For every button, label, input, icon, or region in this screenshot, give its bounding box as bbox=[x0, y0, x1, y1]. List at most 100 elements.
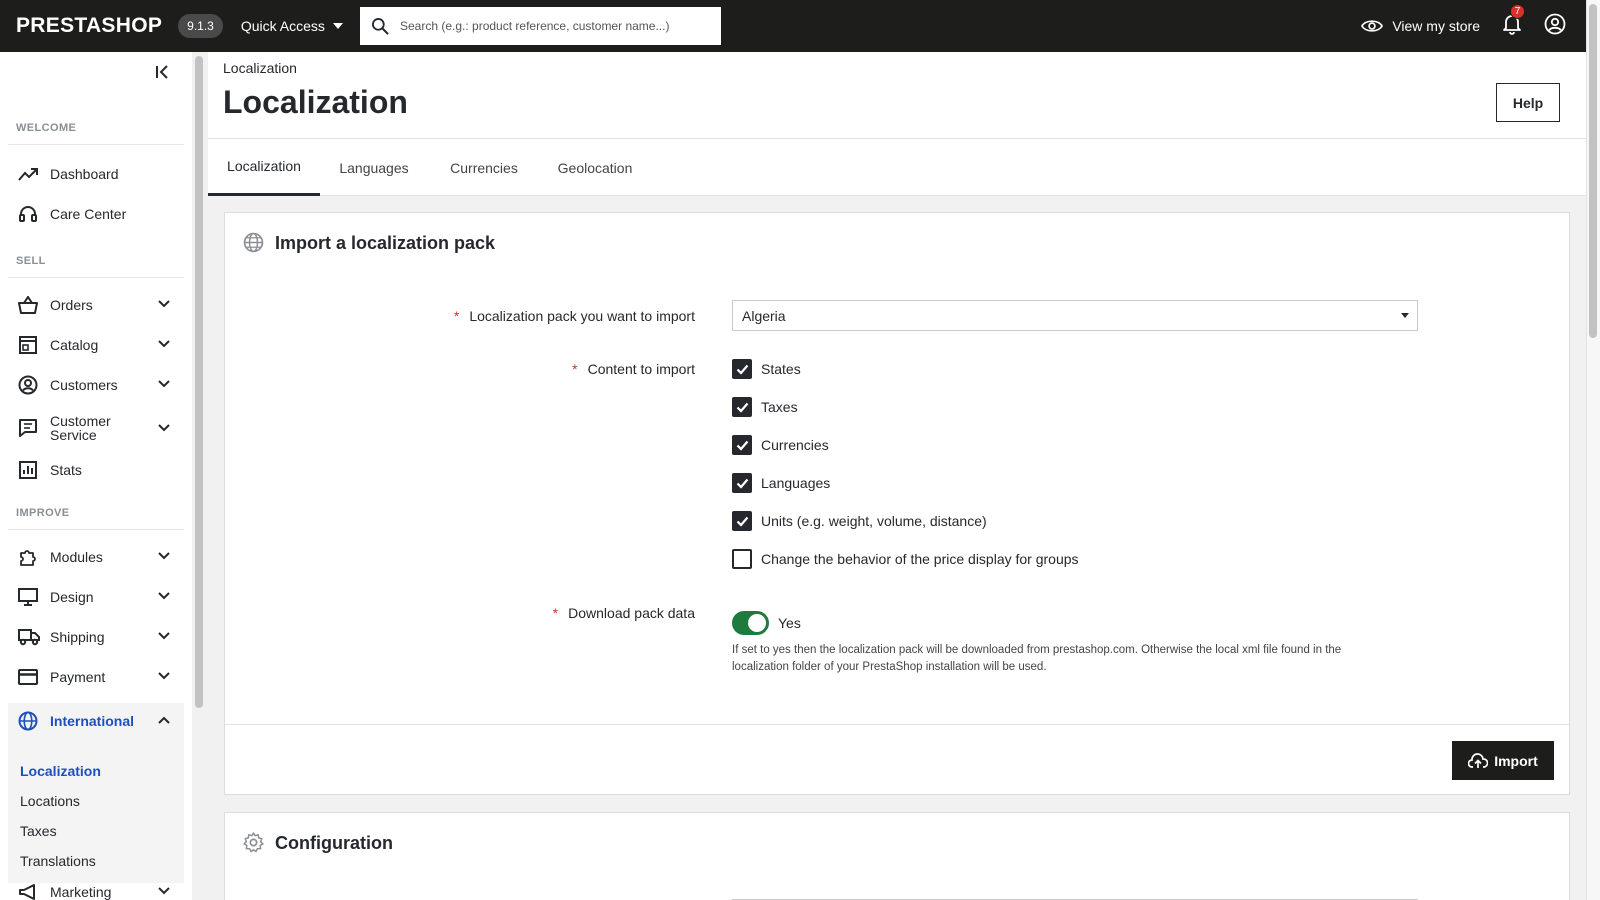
basket-icon bbox=[18, 296, 40, 314]
sidebar-item-label: Orders bbox=[50, 297, 93, 313]
sidebar-item-catalog[interactable]: Catalog bbox=[8, 327, 184, 363]
checkbox-label: Units (e.g. weight, volume, distance) bbox=[761, 513, 987, 529]
sidebar-item-label: Design bbox=[50, 589, 94, 605]
sidebar-item-orders[interactable]: Orders bbox=[8, 287, 184, 323]
sidebar-item-design[interactable]: Design bbox=[8, 579, 184, 615]
download-pack-toggle[interactable] bbox=[732, 611, 769, 635]
content-label-text: Content to import bbox=[587, 361, 695, 377]
breadcrumb[interactable]: Localization bbox=[223, 60, 297, 76]
view-store-link[interactable]: View my store bbox=[1361, 18, 1480, 34]
sidebar-item-label: Care Center bbox=[50, 206, 127, 222]
page-scrollbar-thumb[interactable] bbox=[1589, 4, 1597, 338]
main-content: Localization Localization Help Localizat… bbox=[208, 52, 1586, 900]
checkbox-checked[interactable] bbox=[732, 511, 752, 531]
checkbox-taxes[interactable]: Taxes bbox=[732, 396, 798, 418]
checkbox-label: Languages bbox=[761, 475, 831, 491]
checkbox-checked[interactable] bbox=[732, 359, 752, 379]
checkbox-languages[interactable]: Languages bbox=[732, 472, 830, 494]
search-icon[interactable] bbox=[370, 16, 390, 36]
sidebar-scrollbar-thumb[interactable] bbox=[195, 56, 203, 708]
checkbox-price-display[interactable]: Change the behavior of the price display… bbox=[732, 548, 1079, 570]
card-title: Import a localization pack bbox=[275, 233, 496, 253]
chevron-down-icon bbox=[158, 552, 170, 560]
tab-currencies[interactable]: Currencies bbox=[428, 139, 540, 196]
cloud-upload-icon bbox=[1468, 752, 1489, 768]
section-sell: SELL bbox=[16, 255, 46, 267]
sidebar-item-modules[interactable]: Modules bbox=[8, 539, 184, 575]
tab-localization[interactable]: Localization bbox=[208, 139, 320, 196]
checkbox-currencies[interactable]: Currencies bbox=[732, 434, 829, 456]
check-icon bbox=[736, 478, 748, 489]
chat-icon bbox=[18, 418, 40, 438]
checkbox-checked[interactable] bbox=[732, 473, 752, 493]
notifications-button[interactable]: 7 bbox=[1502, 3, 1525, 40]
search-bar[interactable] bbox=[360, 7, 721, 45]
sidebar-subitem-localization[interactable]: Localization bbox=[20, 763, 101, 779]
page-header: Localization Localization Help bbox=[208, 52, 1586, 139]
collapse-sidebar-button[interactable] bbox=[155, 64, 171, 85]
gear-icon bbox=[243, 832, 264, 853]
section-improve: IMPROVE bbox=[16, 507, 70, 519]
checkbox-label: Taxes bbox=[761, 399, 798, 415]
prestashop-logo[interactable]: PRESTASHOP bbox=[16, 14, 162, 38]
chevron-down-icon bbox=[158, 672, 170, 680]
sidebar-item-label: Dashboard bbox=[50, 166, 119, 182]
sidebar-item-customers[interactable]: Customers bbox=[8, 367, 184, 403]
checkbox-units[interactable]: Units (e.g. weight, volume, distance) bbox=[732, 510, 987, 532]
sidebar-item-label: International bbox=[50, 713, 135, 729]
help-button[interactable]: Help bbox=[1496, 83, 1560, 122]
checkbox-checked[interactable] bbox=[732, 397, 752, 417]
tab-languages[interactable]: Languages bbox=[320, 139, 428, 196]
sidebar-item-label: Modules bbox=[50, 549, 103, 565]
chevron-down-icon bbox=[158, 424, 170, 432]
quick-access-menu[interactable]: Quick Access bbox=[241, 18, 343, 34]
sidebar-item-label: Shipping bbox=[50, 629, 105, 645]
sidebar-item-customer-service[interactable]: Customer Service bbox=[8, 408, 184, 448]
sidebar-item-label: Customers bbox=[50, 377, 118, 393]
chevron-down-icon bbox=[158, 887, 170, 895]
tabs-bar: Localization Languages Currencies Geoloc… bbox=[208, 139, 1586, 196]
tab-geolocation[interactable]: Geolocation bbox=[540, 139, 650, 196]
quick-access-label: Quick Access bbox=[240, 18, 325, 34]
megaphone-icon bbox=[18, 883, 40, 900]
account-icon bbox=[1544, 13, 1566, 34]
pack-label-text: Localization pack you want to import bbox=[469, 308, 695, 324]
checkbox-label: Change the behavior of the price display… bbox=[761, 551, 1079, 567]
divider bbox=[8, 277, 184, 278]
store-icon bbox=[18, 336, 40, 354]
headset-icon bbox=[18, 204, 40, 224]
sidebar-subitem-locations[interactable]: Locations bbox=[20, 793, 80, 809]
sidebar-item-label: Stats bbox=[50, 462, 82, 478]
check-icon bbox=[736, 516, 748, 527]
localization-pack-select[interactable]: Algeria bbox=[732, 300, 1418, 331]
download-label-text: Download pack data bbox=[568, 605, 695, 621]
account-button[interactable] bbox=[1544, 13, 1566, 40]
checkbox-unchecked[interactable] bbox=[732, 549, 752, 569]
view-store-label: View my store bbox=[1392, 18, 1480, 34]
search-input[interactable] bbox=[400, 19, 700, 33]
download-hint-text: If set to yes then the localization pack… bbox=[732, 644, 1342, 673]
import-button[interactable]: Import bbox=[1452, 741, 1554, 780]
import-button-label: Import bbox=[1494, 752, 1538, 769]
sidebar-item-shipping[interactable]: Shipping bbox=[8, 619, 184, 655]
sidebar-item-dashboard[interactable]: Dashboard bbox=[8, 156, 184, 192]
sidebar-item-international[interactable]: International bbox=[8, 703, 184, 739]
globe-icon bbox=[243, 232, 264, 253]
sidebar-item-stats[interactable]: Stats bbox=[8, 452, 184, 488]
pack-field-label: * Localization pack you want to import bbox=[454, 308, 695, 324]
chevron-down-icon bbox=[158, 300, 170, 308]
sidebar-item-care-center[interactable]: Care Center bbox=[8, 196, 184, 232]
truck-icon bbox=[18, 628, 40, 646]
check-icon bbox=[736, 440, 748, 451]
sidebar-item-marketing[interactable]: Marketing bbox=[8, 874, 184, 900]
chevron-down-icon bbox=[158, 380, 170, 388]
caret-down-icon bbox=[332, 23, 343, 29]
sidebar-item-payment[interactable]: Payment bbox=[8, 659, 184, 695]
sidebar-subitem-translations[interactable]: Translations bbox=[20, 853, 96, 869]
configuration-card: Configuration bbox=[224, 812, 1570, 900]
checkbox-checked[interactable] bbox=[732, 435, 752, 455]
section-welcome: WELCOME bbox=[16, 122, 77, 134]
monitor-icon bbox=[18, 588, 40, 606]
checkbox-states[interactable]: States bbox=[732, 358, 801, 380]
sidebar-subitem-taxes[interactable]: Taxes bbox=[20, 823, 57, 839]
